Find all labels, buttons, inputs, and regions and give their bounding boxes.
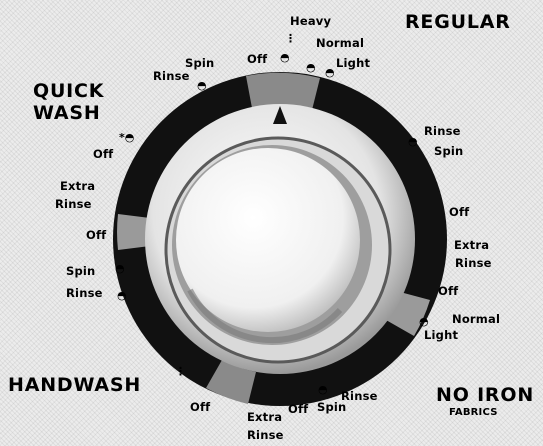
normal-marker-icon: ◓	[306, 61, 316, 74]
setting-extra-rinse-bottom-line2[interactable]: Rinse	[247, 429, 284, 442]
no-iron-marker-icon: ◓	[419, 315, 429, 328]
light-marker-icon: ◓	[325, 66, 335, 79]
no-iron-heading-line2: FABRICS	[449, 407, 498, 418]
knob-face	[176, 148, 360, 332]
setting-rinse-left[interactable]: Rinse	[66, 287, 103, 300]
quick-wash-marker-icon: *◓	[119, 131, 135, 144]
heavy-dot-icon: ⋮	[285, 32, 296, 45]
setting-off-right2[interactable]: Off	[438, 285, 458, 298]
setting-normal-right[interactable]: Normal	[452, 313, 500, 326]
setting-heavy[interactable]: Heavy	[290, 15, 331, 28]
setting-extra-rinse-bottom-line1[interactable]: Extra	[247, 411, 282, 424]
heavy-marker-icon: ◓	[280, 51, 290, 64]
setting-spin-right[interactable]: Spin	[434, 145, 463, 158]
wash-cycle-panel: REGULAR QUICK WASH HANDWASH NO IRON FABR…	[0, 0, 543, 446]
rinse-left-marker-icon: ◓	[117, 289, 127, 302]
setting-normal-top[interactable]: Normal	[316, 37, 364, 50]
setting-off-bottom1[interactable]: Off	[190, 401, 210, 414]
quick-wash-heading-line1: QUICK	[33, 80, 105, 102]
setting-off-top[interactable]: Off	[247, 53, 267, 66]
bottom-spin-rinse-marker-icon: ◓	[318, 383, 328, 396]
setting-extra-rinse-right-line1[interactable]: Extra	[454, 239, 489, 252]
handwash-marker-icon: ⋮	[175, 365, 186, 378]
setting-light-top[interactable]: Light	[336, 57, 370, 70]
setting-off-right1[interactable]: Off	[449, 206, 469, 219]
rinse-spin-marker-icon: ◓	[408, 135, 418, 148]
no-iron-heading-line1: NO IRON	[436, 384, 535, 406]
setting-spin-bottom[interactable]: Spin	[317, 401, 346, 414]
quick-wash-heading-line2: WASH	[33, 102, 101, 124]
handwash-heading: HANDWASH	[8, 374, 142, 396]
spin-left-marker-icon: ◓	[115, 262, 125, 275]
setting-extra-rinse-right-line2[interactable]: Rinse	[455, 257, 492, 270]
setting-extra-rinse-left-line2[interactable]: Rinse	[55, 198, 92, 211]
setting-light-right[interactable]: Light	[424, 329, 458, 342]
setting-off-left1[interactable]: Off	[93, 148, 113, 161]
spin-rinse-marker-icon: ◓	[197, 79, 207, 92]
setting-rinse-top[interactable]: Rinse	[153, 70, 190, 83]
setting-extra-rinse-left-line1[interactable]: Extra	[60, 180, 95, 193]
setting-spin-left[interactable]: Spin	[66, 265, 95, 278]
setting-rinse-bottom-right[interactable]: Rinse	[341, 390, 378, 403]
regular-section-heading: REGULAR	[405, 11, 511, 33]
setting-off-bottom2[interactable]: Off	[288, 403, 308, 416]
setting-off-left2[interactable]: Off	[86, 229, 106, 242]
setting-spin-top[interactable]: Spin	[185, 57, 214, 70]
setting-rinse-right[interactable]: Rinse	[424, 125, 461, 138]
